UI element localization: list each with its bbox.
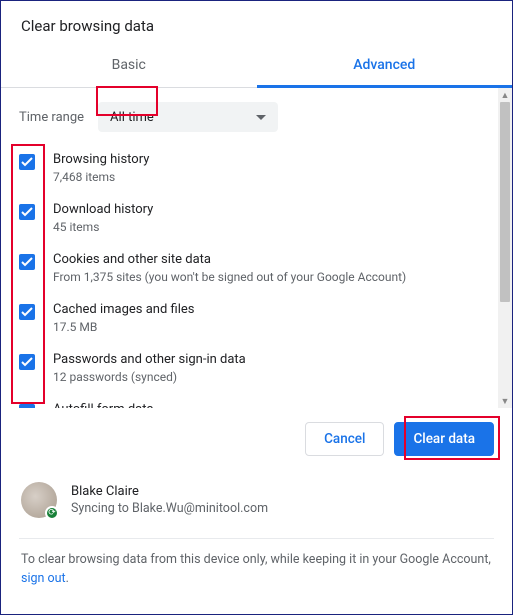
scrollbar[interactable]: ▲ ▼ (498, 88, 512, 408)
cancel-button[interactable]: Cancel (305, 422, 384, 456)
item-text: Cached images and files 17.5 MB (53, 302, 194, 334)
time-range-value: All time (110, 110, 154, 125)
time-range-select-wrap: All time (98, 102, 278, 132)
checkbox-cookies[interactable] (19, 254, 35, 270)
item-text: Browsing history 7,468 items (53, 152, 149, 184)
item-text: Passwords and other sign-in data 12 pass… (53, 352, 246, 384)
item-title: Cookies and other site data (53, 252, 406, 267)
item-title: Download history (53, 202, 153, 217)
item-subtitle: 17.5 MB (53, 320, 194, 334)
item-text: Download history 45 items (53, 202, 153, 234)
chevron-down-icon (256, 115, 266, 120)
check-icon (21, 357, 33, 367)
check-icon (21, 157, 33, 167)
clear-data-button[interactable]: Clear data (394, 422, 494, 456)
scroll-down-icon[interactable]: ▼ (498, 394, 512, 408)
sign-out-link[interactable]: sign out (21, 571, 66, 586)
sync-prefix: Syncing to (71, 501, 132, 516)
check-icon (21, 257, 33, 267)
dialog-footer: Cancel Clear data (1, 408, 512, 472)
checkbox-download-history[interactable] (19, 204, 35, 220)
item-subtitle: From 1,375 sites (you won't be signed ou… (53, 270, 406, 284)
tab-basic[interactable]: Basic (1, 47, 257, 87)
list-item: Cached images and files 17.5 MB (19, 302, 494, 334)
item-title: Browsing history (53, 152, 149, 167)
checkbox-cached[interactable] (19, 304, 35, 320)
item-title: Passwords and other sign-in data (53, 352, 246, 367)
item-title: Cached images and files (53, 302, 194, 317)
divider (19, 538, 494, 539)
item-text: Cookies and other site data From 1,375 s… (53, 252, 406, 284)
time-range-label: Time range (19, 110, 84, 125)
account-email: Blake.Wu@minitool.com (132, 501, 268, 516)
scroll-thumb[interactable] (500, 102, 510, 302)
footer-note: To clear browsing data from this device … (1, 545, 512, 605)
note-trailing: . (66, 571, 69, 586)
time-range-row: Time range All time (19, 102, 502, 132)
item-subtitle: 45 items (53, 220, 153, 234)
account-text: Blake Claire Syncing to Blake.Wu@minitoo… (71, 484, 268, 516)
list-item: Passwords and other sign-in data 12 pass… (19, 352, 494, 384)
checkbox-browsing-history[interactable] (19, 154, 35, 170)
clear-browsing-data-dialog: Clear browsing data Basic Advanced Time … (0, 0, 513, 615)
list-item: Browsing history 7,468 items (19, 152, 494, 184)
checkbox-passwords[interactable] (19, 354, 35, 370)
item-subtitle: 7,468 items (53, 170, 149, 184)
scroll-up-icon[interactable]: ▲ (498, 88, 512, 102)
tabs: Basic Advanced (1, 47, 512, 88)
account-row: Blake Claire Syncing to Blake.Wu@minitoo… (1, 472, 512, 532)
tab-advanced[interactable]: Advanced (257, 47, 513, 88)
sync-icon (45, 506, 59, 520)
account-sync-line: Syncing to Blake.Wu@minitool.com (71, 501, 268, 516)
item-subtitle: 12 passwords (synced) (53, 370, 246, 384)
data-type-list: Browsing history 7,468 items Download hi… (19, 152, 502, 408)
list-item: Download history 45 items (19, 202, 494, 234)
list-item: Cookies and other site data From 1,375 s… (19, 252, 494, 284)
time-range-select[interactable]: All time (98, 102, 278, 132)
check-icon (21, 307, 33, 317)
avatar (21, 482, 57, 518)
account-name: Blake Claire (71, 484, 268, 499)
note-text: To clear browsing data from this device … (21, 552, 491, 567)
options-scroll-area: Time range All time Browsing history 7,4 (1, 88, 512, 408)
check-icon (21, 207, 33, 217)
dialog-title: Clear browsing data (1, 1, 512, 47)
